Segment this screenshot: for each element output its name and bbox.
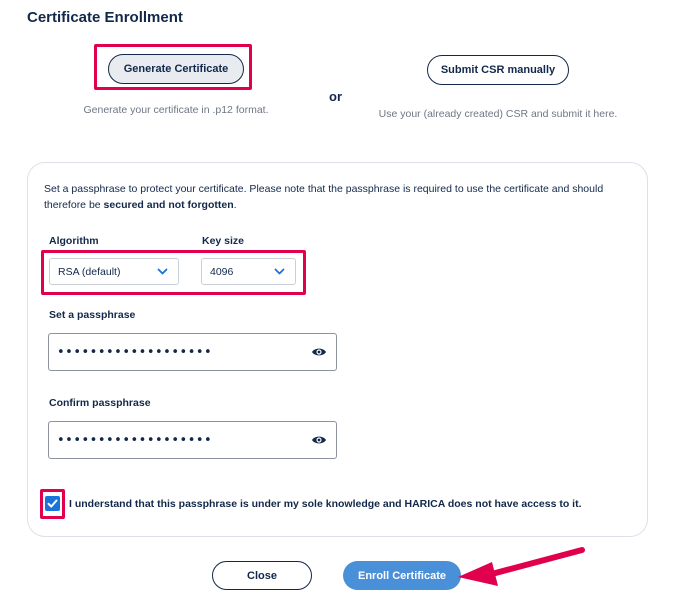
eye-icon[interactable] xyxy=(311,346,327,358)
eye-icon[interactable] xyxy=(311,434,327,446)
chevron-down-icon xyxy=(157,268,168,275)
certificate-enrollment-page: Certificate Enrollment Generate Certific… xyxy=(0,0,677,599)
confirm-passphrase-mask: ••••••••••••••••••• xyxy=(57,433,213,448)
chevron-down-icon xyxy=(274,268,285,275)
algorithm-value: RSA (default) xyxy=(58,265,121,278)
acknowledge-label[interactable]: I understand that this passphrase is und… xyxy=(69,498,581,510)
page-title: Certificate Enrollment xyxy=(27,9,183,26)
key-size-value: 4096 xyxy=(210,265,234,278)
intro-bold: secured and not forgotten xyxy=(103,199,234,211)
csr-description: Use your (already created) CSR and submi… xyxy=(378,108,618,120)
algorithm-select[interactable]: RSA (default) xyxy=(49,258,179,285)
arrow-left-icon xyxy=(458,547,585,586)
passphrase-input[interactable]: ••••••••••••••••••• xyxy=(48,333,337,371)
acknowledge-checkbox[interactable] xyxy=(45,496,60,511)
submit-csr-button[interactable]: Submit CSR manually xyxy=(427,55,569,85)
passphrase-label: Set a passphrase xyxy=(49,309,136,321)
intro-end: . xyxy=(233,199,237,211)
enroll-certificate-button[interactable]: Enroll Certificate xyxy=(343,561,461,590)
check-icon xyxy=(47,499,58,508)
or-separator: or xyxy=(329,89,342,104)
key-size-label: Key size xyxy=(202,235,245,247)
close-button[interactable]: Close xyxy=(212,561,312,590)
passphrase-mask: ••••••••••••••••••• xyxy=(57,345,213,360)
confirm-passphrase-label: Confirm passphrase xyxy=(49,397,151,409)
confirm-passphrase-input[interactable]: ••••••••••••••••••• xyxy=(48,421,337,459)
generate-certificate-button[interactable]: Generate Certificate xyxy=(108,54,244,84)
algorithm-label: Algorithm xyxy=(49,235,99,247)
key-size-select[interactable]: 4096 xyxy=(201,258,296,285)
passphrase-intro: Set a passphrase to protect your certifi… xyxy=(44,181,634,213)
generate-description: Generate your certificate in .p12 format… xyxy=(83,104,269,116)
